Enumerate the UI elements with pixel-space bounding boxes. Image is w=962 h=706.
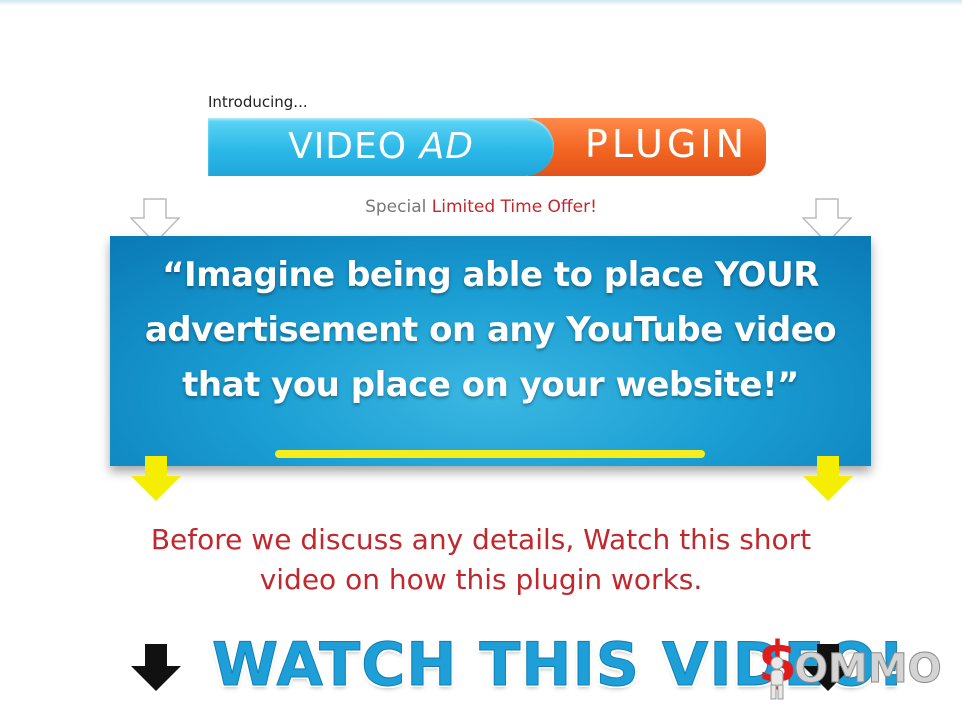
offer-special: Special bbox=[365, 197, 427, 217]
introducing-label: Introducing... bbox=[208, 93, 308, 111]
person-icon bbox=[770, 656, 784, 700]
banner-quote: “Imagine being able to place YOUR advert… bbox=[144, 255, 837, 405]
down-arrow-icon bbox=[131, 456, 181, 501]
top-glow bbox=[0, 0, 962, 6]
highlight-underline bbox=[275, 450, 705, 458]
product-logo: PLUGIN VIDEO AD bbox=[208, 118, 766, 176]
down-arrow-icon bbox=[803, 456, 853, 501]
logo-video: VIDEO bbox=[288, 126, 420, 167]
logo-video-ad: VIDEO AD bbox=[208, 118, 554, 176]
watch-video-row: WATCH THIS VIDEO! $ OMMO bbox=[0, 628, 962, 706]
logo-ad: AD bbox=[419, 126, 474, 167]
logo-plugin: PLUGIN bbox=[528, 118, 766, 176]
quote-banner: “Imagine being able to place YOUR advert… bbox=[110, 236, 871, 466]
details-text: Before we discuss any details, Watch thi… bbox=[150, 523, 812, 596]
offer-limited: Limited Time Offer! bbox=[431, 197, 597, 217]
watermark-logo: $ OMMO bbox=[758, 630, 958, 700]
watermark-text: OMMO bbox=[794, 646, 943, 693]
down-arrow-icon bbox=[131, 644, 181, 691]
